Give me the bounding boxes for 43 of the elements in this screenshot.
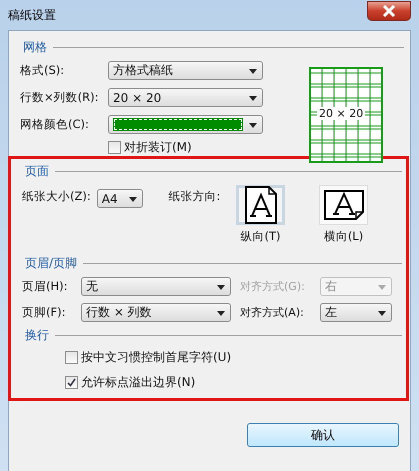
field-label: 对齐方式(A): (240, 304, 305, 320)
section-title: 页眉/页脚 (25, 254, 78, 272)
caret-icon (378, 284, 386, 290)
field-label: 行数×列数(R): (20, 90, 100, 105)
caret-icon (128, 197, 137, 202)
caret-icon (217, 310, 225, 316)
dropdown[interactable]: 20 × 20 (108, 88, 263, 107)
window-title: 稿纸设置 (8, 6, 56, 24)
landscape-page-icon (324, 190, 364, 220)
caret-icon (249, 69, 257, 74)
field-label: 页脚(F): (22, 304, 66, 320)
orientation-button[interactable] (236, 185, 286, 225)
dropdown[interactable]: 无 (81, 276, 231, 296)
dropdown[interactable]: A4 (96, 189, 143, 208)
confirm-button[interactable]: 确认 (247, 423, 399, 447)
section-title: 网格 (23, 38, 47, 56)
field-label: 纸张方向: (168, 188, 222, 204)
orientation-label: 纵向(T) (240, 229, 281, 244)
section-title: 换行 (25, 326, 49, 344)
close-button[interactable] (367, 1, 411, 21)
close-icon (382, 5, 396, 17)
field-label: 网格颜色(C): (20, 117, 90, 132)
field-label: 格式(S): (20, 63, 66, 78)
orientation-label: 横向(L) (324, 229, 364, 244)
field-label: 纸张大小(Z): (22, 188, 92, 204)
portrait-page-icon (244, 186, 277, 224)
caret-icon (249, 123, 257, 128)
section-title: 页面 (25, 162, 49, 180)
checkmark-icon (67, 378, 76, 387)
field-label: 页眉(H): (22, 278, 68, 294)
caret-icon (378, 310, 386, 316)
field-label: 对齐方式(G): (240, 278, 306, 294)
dropdown[interactable]: 方格式稿纸 (108, 61, 263, 80)
checkbox[interactable]: 对折装订(M) (108, 138, 275, 156)
color-dropdown[interactable] (108, 115, 263, 134)
dropdown[interactable]: 行数 × 列数 (81, 302, 231, 322)
dropdown[interactable]: 左 (320, 302, 392, 322)
caret-icon (249, 96, 257, 101)
checkbox[interactable]: 按中文习惯控制首尾字符(U) (65, 345, 402, 370)
orientation-button[interactable] (319, 185, 368, 225)
caret-icon (217, 284, 225, 290)
checkbox[interactable]: 允许标点溢出边界(N) (65, 370, 402, 395)
grid-size-text: 20 × 20 (317, 107, 366, 120)
